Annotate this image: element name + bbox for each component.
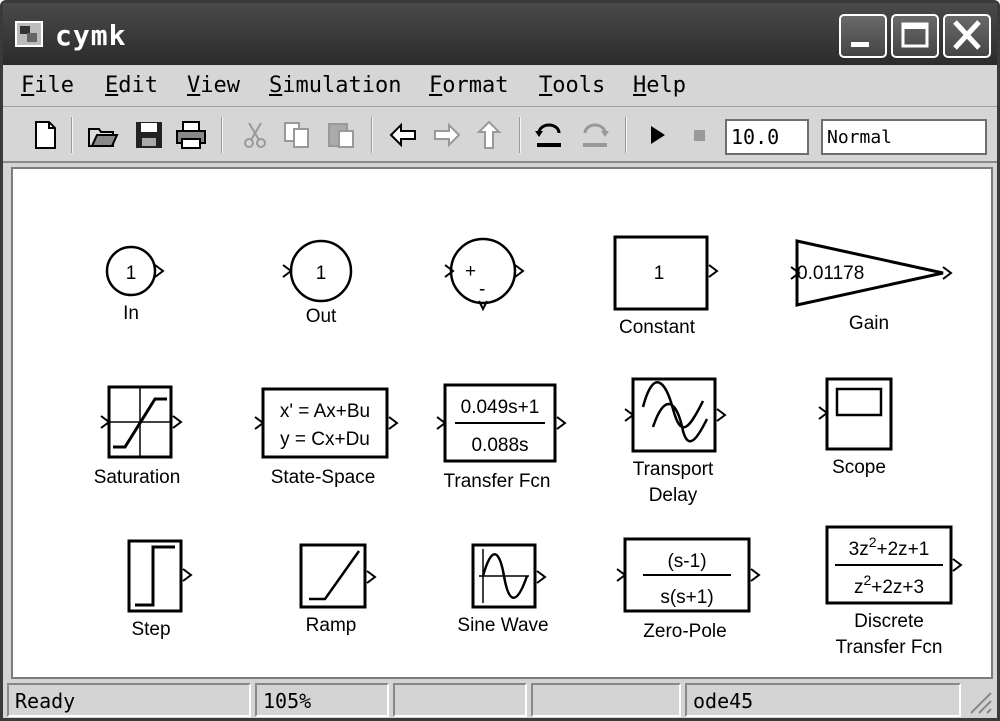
close-button[interactable] bbox=[943, 14, 991, 58]
sine-wave-block[interactable]: Sine Wave bbox=[457, 543, 549, 636]
stop-time-input[interactable]: 10.0 bbox=[725, 119, 809, 155]
minimize-icon bbox=[851, 42, 869, 47]
open-folder-icon[interactable] bbox=[87, 119, 119, 151]
maximize-icon bbox=[901, 22, 929, 48]
saturation-block[interactable]: Saturation bbox=[94, 385, 183, 488]
zero-pole-denominator: s(s+1) bbox=[660, 587, 713, 608]
gain-value: 0.01178 bbox=[797, 263, 864, 284]
copy-icon[interactable] bbox=[281, 119, 313, 151]
transport-delay-block[interactable]: Transport Delay bbox=[624, 377, 727, 506]
play-icon[interactable] bbox=[641, 119, 673, 151]
zero-pole-numerator: (s-1) bbox=[667, 551, 706, 572]
in-port-number: 1 bbox=[126, 263, 137, 284]
constant-value: 1 bbox=[654, 263, 665, 284]
transfer-fcn-numerator: 0.049s+1 bbox=[461, 397, 540, 418]
state-space-block[interactable]: x' = Ax+Bu y = Cx+Du State-Space bbox=[254, 387, 399, 488]
back-arrow-icon[interactable] bbox=[387, 119, 419, 151]
status-bar: Ready 105% ode45 bbox=[3, 681, 997, 718]
forward-arrow-icon[interactable] bbox=[431, 119, 463, 151]
status-empty-1 bbox=[393, 683, 527, 717]
resize-grip-icon[interactable] bbox=[965, 687, 993, 715]
discrete-tf-label-1: Discrete bbox=[854, 611, 924, 632]
up-arrow-icon[interactable] bbox=[473, 119, 505, 151]
status-zoom: 105% bbox=[255, 683, 389, 717]
save-icon[interactable] bbox=[133, 119, 165, 151]
minimize-button[interactable] bbox=[839, 14, 887, 58]
ramp-label: Ramp bbox=[306, 615, 357, 636]
simulation-mode-select[interactable]: Normal bbox=[821, 119, 987, 155]
gain-label: Gain bbox=[849, 313, 889, 334]
step-label: Step bbox=[131, 619, 170, 640]
menu-bar: File Edit View Simulation Format Tools H… bbox=[3, 65, 997, 107]
sum-sign-plus: + bbox=[465, 261, 476, 282]
transfer-fcn-block[interactable]: 0.049s+1 0.088s Transfer Fcn bbox=[436, 383, 567, 492]
title-bar[interactable]: cymk bbox=[3, 3, 997, 65]
redo-icon[interactable] bbox=[579, 119, 611, 151]
sum-block[interactable]: + - bbox=[444, 237, 525, 312]
paste-icon[interactable] bbox=[325, 119, 357, 151]
state-space-line1: x' = Ax+Bu bbox=[280, 401, 370, 422]
status-state: Ready bbox=[7, 683, 251, 717]
sum-sign-minus: - bbox=[479, 279, 485, 300]
gain-block[interactable]: 0.01178 Gain bbox=[790, 239, 953, 334]
discrete-tf-label-2: Transfer Fcn bbox=[836, 637, 943, 658]
cut-icon[interactable] bbox=[239, 119, 271, 151]
menu-simulation[interactable]: Simulation bbox=[269, 73, 401, 98]
status-empty-2 bbox=[531, 683, 681, 717]
zero-pole-block[interactable]: (s-1) s(s+1) Zero-Pole bbox=[616, 537, 761, 642]
scope-block[interactable]: Scope bbox=[818, 377, 893, 478]
menu-format[interactable]: Format bbox=[429, 73, 508, 98]
menu-edit[interactable]: Edit bbox=[105, 73, 158, 98]
menu-tools[interactable]: Tools bbox=[539, 73, 605, 98]
scope-label: Scope bbox=[832, 457, 886, 478]
maximize-button[interactable] bbox=[891, 14, 939, 58]
toolbar: 10.0 Normal bbox=[3, 107, 997, 163]
transport-delay-label-2: Delay bbox=[649, 485, 698, 506]
model-canvas[interactable]: 1 In 1 Out + - 1 Constant 0.01178 Gain S… bbox=[11, 167, 993, 679]
saturation-label: Saturation bbox=[94, 467, 181, 488]
new-file-icon[interactable] bbox=[29, 119, 61, 151]
in-block[interactable]: 1 In bbox=[105, 245, 165, 324]
menu-file[interactable]: File bbox=[21, 73, 74, 98]
step-block[interactable]: Step bbox=[127, 539, 193, 640]
status-solver: ode45 bbox=[685, 683, 961, 717]
discrete-transfer-fcn-block[interactable]: 3z2+2z+1 z2+2z+3 Discrete Transfer Fcn bbox=[825, 525, 963, 658]
state-space-label: State-Space bbox=[271, 467, 376, 488]
simulink-app-icon bbox=[15, 21, 43, 47]
transfer-fcn-label: Transfer Fcn bbox=[444, 471, 551, 492]
simulink-window: cymk File Edit View Simulation Format To… bbox=[0, 0, 1000, 721]
in-label: In bbox=[123, 303, 139, 324]
close-icon bbox=[953, 20, 981, 50]
out-label: Out bbox=[306, 306, 337, 327]
out-block[interactable]: 1 Out bbox=[282, 239, 353, 327]
window-title: cymk bbox=[55, 19, 127, 52]
transfer-fcn-denominator: 0.088s bbox=[471, 435, 528, 456]
constant-block[interactable]: 1 Constant bbox=[613, 235, 719, 338]
stop-icon[interactable] bbox=[683, 119, 715, 151]
zero-pole-label: Zero-Pole bbox=[643, 621, 726, 642]
undo-icon[interactable] bbox=[533, 119, 565, 151]
transport-delay-label-1: Transport bbox=[633, 459, 714, 480]
menu-help[interactable]: Help bbox=[633, 73, 686, 98]
menu-view[interactable]: View bbox=[187, 73, 240, 98]
sine-wave-label: Sine Wave bbox=[457, 615, 548, 636]
ramp-block[interactable]: Ramp bbox=[299, 543, 377, 636]
constant-label: Constant bbox=[619, 317, 696, 338]
state-space-line2: y = Cx+Du bbox=[280, 429, 370, 450]
print-icon[interactable] bbox=[175, 119, 207, 151]
out-port-number: 1 bbox=[316, 263, 327, 284]
